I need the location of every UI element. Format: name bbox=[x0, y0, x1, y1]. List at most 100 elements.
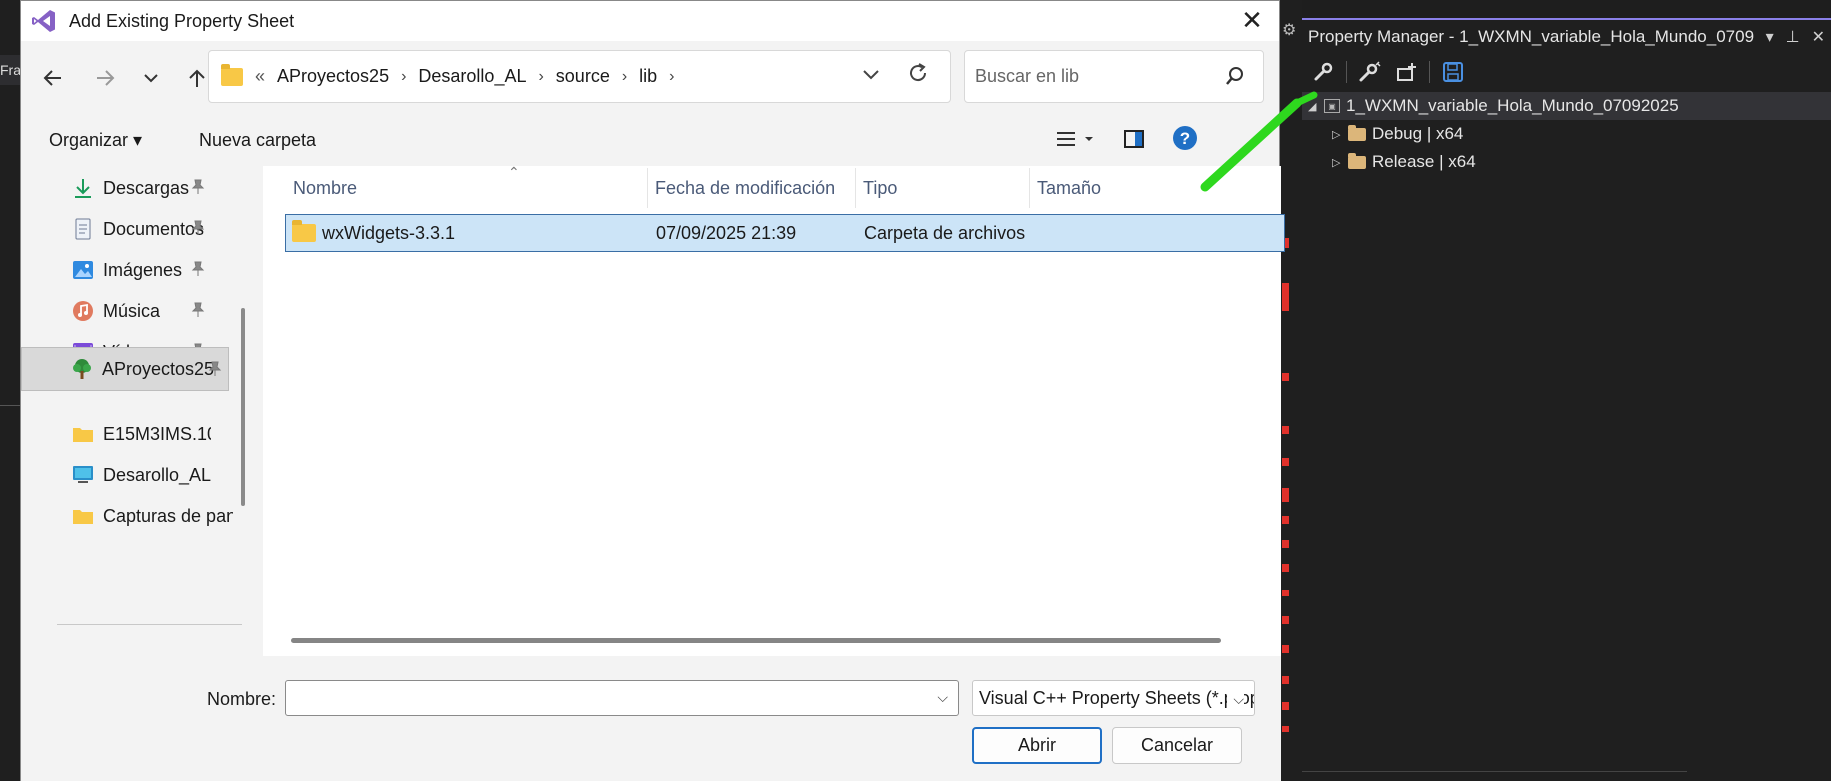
sidebar-item-capturas[interactable]: Capturas de pantalla bbox=[23, 494, 233, 538]
sidebar-item-documentos[interactable]: Documentos bbox=[23, 207, 211, 251]
chevron-down-icon[interactable]: ▾ bbox=[1766, 27, 1774, 47]
filename-combobox[interactable]: ⌵ bbox=[285, 680, 959, 716]
save-icon[interactable] bbox=[1440, 59, 1466, 85]
error-marker bbox=[1282, 564, 1289, 572]
column-divider[interactable] bbox=[647, 168, 648, 208]
download-icon bbox=[71, 177, 95, 199]
breadcrumb-overflow[interactable]: « bbox=[255, 66, 265, 87]
command-bar: Organizar ▾ Nueva carpeta ? bbox=[21, 116, 1279, 166]
horizontal-scrollbar[interactable] bbox=[291, 638, 1221, 643]
property-manager-titlebar: Property Manager - 1_WXMN_variable_Hola_… bbox=[1302, 20, 1831, 54]
property-manager-title: Property Manager - 1_WXMN_variable_Hola_… bbox=[1308, 27, 1754, 46]
sort-ascending-icon: ⌃ bbox=[508, 164, 520, 180]
chevron-down-icon[interactable]: ⌵ bbox=[937, 689, 948, 706]
recent-locations-chevron-icon[interactable] bbox=[134, 61, 168, 95]
help-icon[interactable]: ? bbox=[1171, 124, 1199, 157]
tree-node-label: Release | x64 bbox=[1372, 152, 1476, 171]
column-header-size[interactable]: Tamaño bbox=[1037, 178, 1101, 199]
pin-icon[interactable] bbox=[191, 220, 205, 241]
sidebar-item-label: Descargas bbox=[103, 177, 190, 198]
tree-root-project[interactable]: ◢ ▣ 1_WXMN_variable_Hola_Mundo_07092025 bbox=[1302, 92, 1831, 120]
view-options-button[interactable] bbox=[1055, 128, 1097, 155]
tree-icon bbox=[70, 358, 94, 380]
sidebar-item-musica[interactable]: Música bbox=[23, 289, 211, 333]
address-bar[interactable]: « AProyectos25 › Desarollo_AL › source ›… bbox=[208, 50, 951, 103]
error-marker bbox=[1282, 458, 1289, 466]
document-icon bbox=[71, 218, 95, 240]
property-manager-panel: Property Manager - 1_WXMN_variable_Hola_… bbox=[1302, 18, 1831, 781]
filetype-select[interactable]: Visual C++ Property Sheets (*.props) ⌵ bbox=[972, 680, 1255, 716]
search-icon[interactable] bbox=[1225, 66, 1245, 91]
pin-icon[interactable] bbox=[208, 361, 222, 382]
pin-icon[interactable]: ⊥ bbox=[1786, 27, 1800, 47]
image-icon bbox=[71, 259, 95, 281]
cancel-button[interactable]: Cancelar bbox=[1112, 727, 1242, 764]
sidebar-item-descargas[interactable]: Descargas bbox=[23, 166, 211, 210]
preview-pane-icon[interactable] bbox=[1123, 128, 1145, 155]
error-marker bbox=[1282, 645, 1289, 653]
svg-text:?: ? bbox=[1180, 129, 1190, 148]
refresh-icon[interactable] bbox=[906, 61, 930, 91]
breadcrumb-source[interactable]: source bbox=[556, 66, 610, 87]
open-button[interactable]: Abrir bbox=[972, 727, 1102, 764]
pin-icon[interactable] bbox=[191, 261, 205, 282]
tree-item-release[interactable]: ▷ Release | x64 bbox=[1302, 148, 1831, 176]
add-existing-property-sheet-icon[interactable] bbox=[1393, 59, 1419, 85]
sidebar-item-label: Desarollo_AL bbox=[103, 464, 211, 485]
tree-node-label: Debug | x64 bbox=[1372, 124, 1464, 143]
breadcrumb-separator[interactable]: › bbox=[538, 68, 543, 86]
breadcrumb-separator[interactable]: › bbox=[401, 68, 406, 86]
breadcrumb-aproyectos25[interactable]: AProyectos25 bbox=[277, 66, 389, 87]
wrench-icon[interactable] bbox=[1310, 59, 1336, 85]
collapsed-arrow-icon[interactable]: ▷ bbox=[1332, 156, 1346, 169]
error-marker bbox=[1282, 488, 1289, 502]
sidebar-item-desarollo-al[interactable]: Desarollo_AL bbox=[23, 453, 211, 497]
breadcrumb-lib[interactable]: lib bbox=[639, 66, 657, 87]
ide-editor-tab[interactable]: Fra bbox=[0, 55, 20, 85]
new-folder-button[interactable]: Nueva carpeta bbox=[199, 130, 316, 151]
tree-item-debug[interactable]: ▷ Debug | x64 bbox=[1302, 120, 1831, 148]
breadcrumb-separator[interactable]: › bbox=[622, 68, 627, 86]
error-marker bbox=[1282, 676, 1289, 684]
error-marker bbox=[1282, 540, 1289, 548]
expand-arrow-icon[interactable]: ◢ bbox=[1308, 100, 1322, 113]
error-marker bbox=[1282, 426, 1289, 434]
gear-icon[interactable]: ⚙ bbox=[1282, 20, 1296, 40]
table-row[interactable]: wxWidgets-3.3.1 07/09/2025 21:39 Carpeta… bbox=[285, 214, 1285, 252]
collapsed-arrow-icon[interactable]: ▷ bbox=[1332, 128, 1346, 141]
close-icon[interactable]: ✕ bbox=[1812, 27, 1825, 47]
filetype-value: Visual C++ Property Sheets (*.props) bbox=[979, 688, 1255, 708]
search-input[interactable] bbox=[975, 66, 1205, 87]
sidebar-item-imagenes[interactable]: Imágenes bbox=[23, 248, 211, 292]
pin-icon[interactable] bbox=[191, 179, 205, 200]
breadcrumb-desarollo-al[interactable]: Desarollo_AL bbox=[418, 66, 526, 87]
project-icon: ▣ bbox=[1324, 99, 1340, 113]
sidebar-item-e15m3ims[interactable]: E15M3IMS.10F bbox=[23, 412, 211, 456]
column-header-name[interactable]: Nombre bbox=[293, 178, 357, 199]
breadcrumb-separator[interactable]: › bbox=[669, 68, 674, 86]
sidebar-item-aproyectos25[interactable]: AProyectos25 bbox=[21, 347, 229, 391]
search-box[interactable] bbox=[964, 50, 1264, 103]
column-divider[interactable] bbox=[1029, 168, 1030, 208]
column-divider[interactable] bbox=[855, 168, 856, 208]
chevron-down-icon[interactable] bbox=[862, 64, 880, 85]
close-button[interactable]: ✕ bbox=[1235, 5, 1269, 37]
toolbar-separator bbox=[1346, 61, 1347, 83]
error-marker bbox=[1282, 283, 1289, 311]
ide-left-strip: Fra bbox=[0, 0, 20, 781]
add-new-property-sheet-icon[interactable] bbox=[1357, 59, 1383, 85]
sidebar-divider bbox=[57, 624, 242, 625]
pin-icon[interactable] bbox=[191, 302, 205, 323]
back-arrow-icon[interactable] bbox=[36, 61, 70, 95]
forward-arrow-icon[interactable] bbox=[88, 61, 122, 95]
sidebar-scrollbar[interactable] bbox=[241, 308, 245, 506]
column-header-modified[interactable]: Fecha de modificación bbox=[655, 178, 835, 199]
property-manager-tree: ◢ ▣ 1_WXMN_variable_Hola_Mundo_07092025 … bbox=[1302, 92, 1831, 176]
organize-menu[interactable]: Organizar ▾ bbox=[49, 130, 142, 151]
folder-icon bbox=[292, 220, 316, 242]
sidebar-item-label: Imágenes bbox=[103, 259, 183, 280]
file-name: wxWidgets-3.3.1 bbox=[322, 222, 456, 243]
chevron-down-icon[interactable]: ⌵ bbox=[1227, 682, 1244, 715]
column-header-type[interactable]: Tipo bbox=[863, 178, 897, 199]
error-marker bbox=[1282, 590, 1289, 596]
